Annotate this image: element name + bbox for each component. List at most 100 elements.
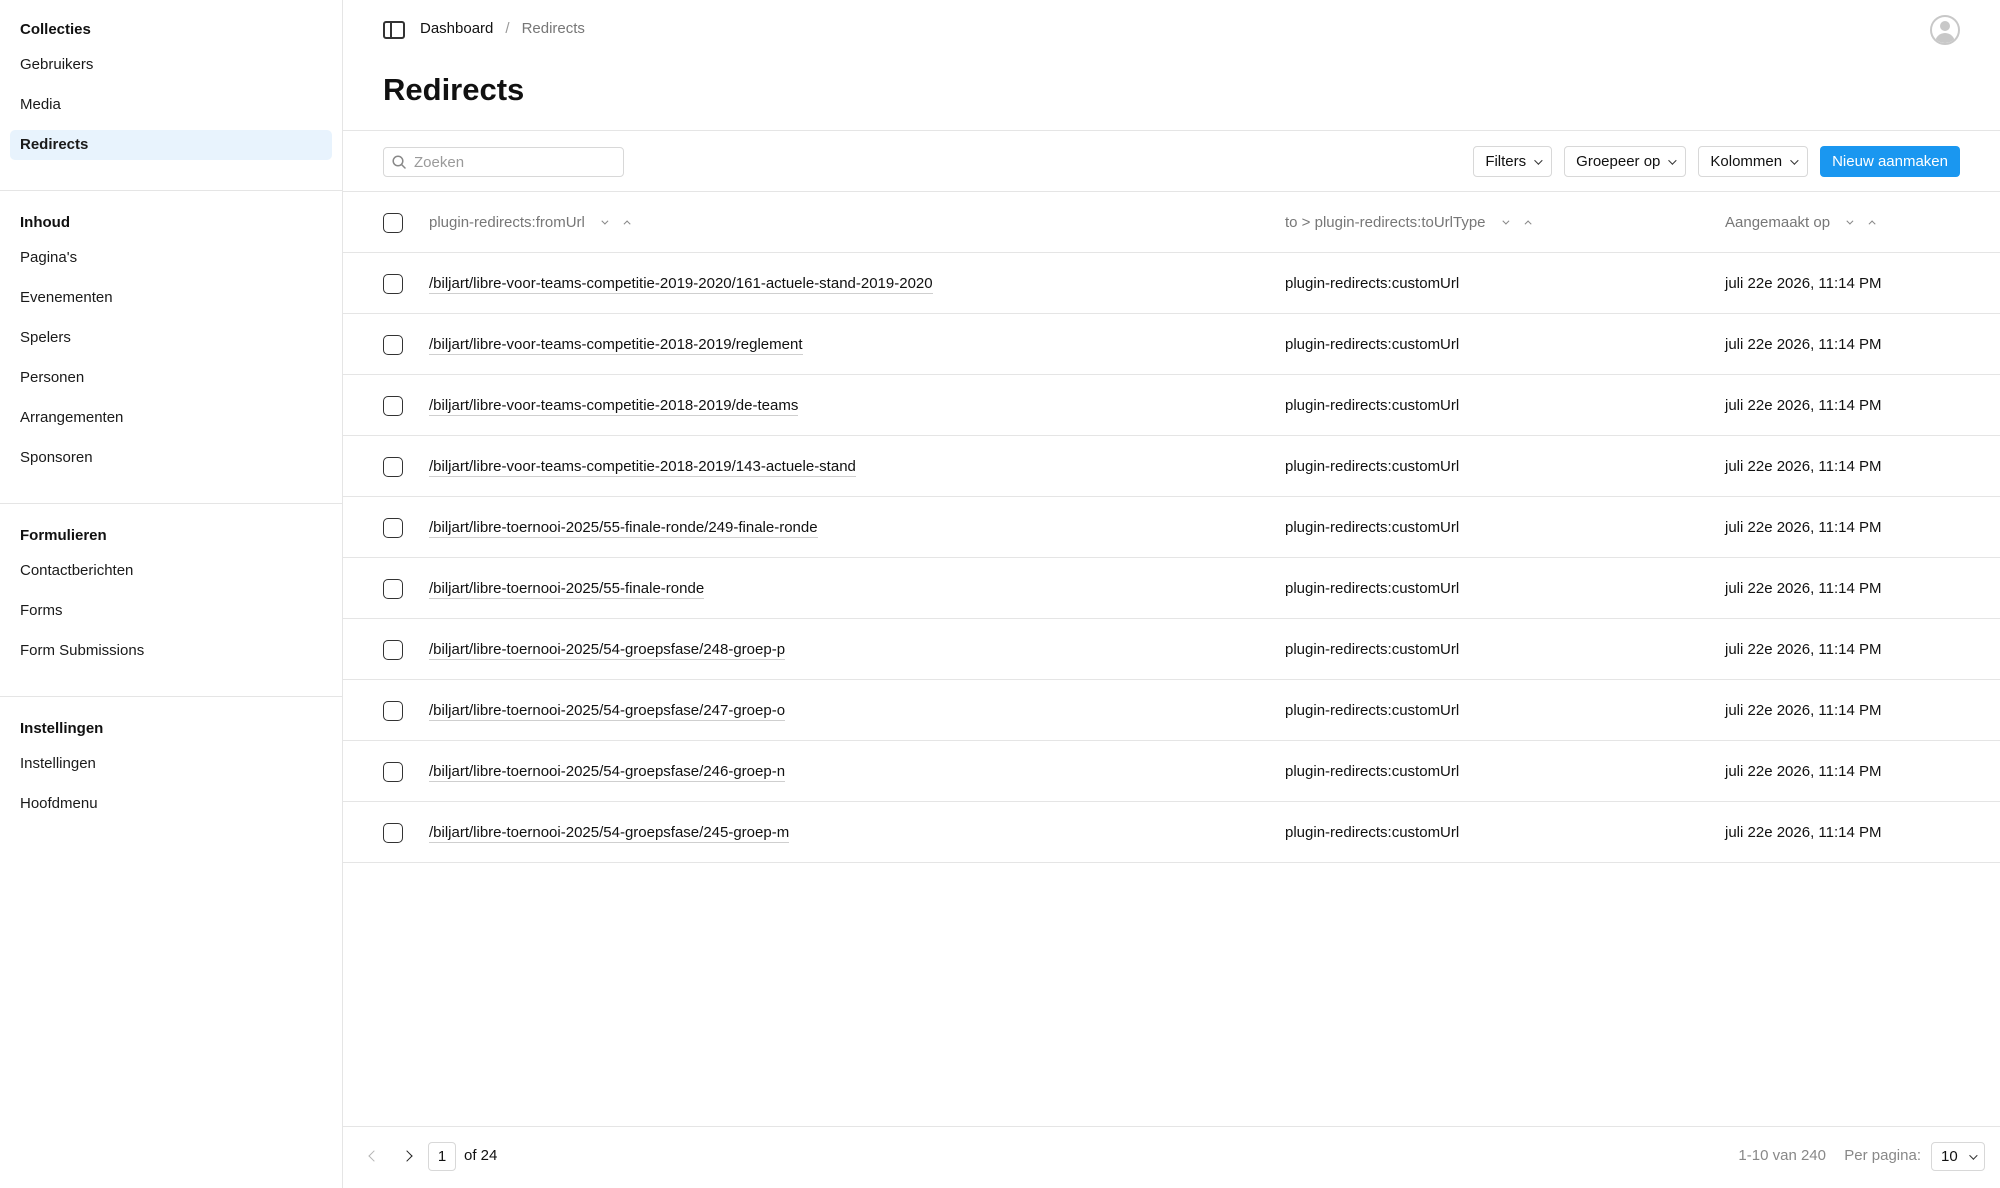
from-url-cell[interactable]: /biljart/libre-toernooi-2025/54-groepsfa… [429,680,786,741]
table-row: /biljart/libre-voor-teams-competitie-201… [343,253,2000,314]
created-at-cell: juli 22e 2026, 11:14 PM [1725,702,1882,719]
from-url-cell[interactable]: /biljart/libre-voor-teams-competitie-201… [429,314,803,375]
row-checkbox[interactable] [383,457,403,477]
row-checkbox[interactable] [383,518,403,538]
from-url-link[interactable]: /biljart/libre-toernooi-2025/54-groepsfa… [429,824,790,843]
search-input[interactable] [414,148,614,176]
sort-desc-icon[interactable] [1501,217,1509,225]
table-row: /biljart/libre-voor-teams-competitie-201… [343,314,2000,375]
from-url-cell[interactable]: /biljart/libre-toernooi-2025/54-groepsfa… [429,619,786,680]
sort-asc-icon[interactable] [623,220,631,228]
sort-asc-icon[interactable] [1868,220,1876,228]
row-checkbox[interactable] [383,823,403,843]
from-url-cell[interactable]: /biljart/libre-toernooi-2025/55-finale-r… [429,497,818,558]
sidebar-item-gebruikers[interactable]: Gebruikers [10,50,332,80]
sidebar-item-sponsoren[interactable]: Sponsoren [10,443,332,473]
group-by-button[interactable]: Groepeer op [1564,146,1687,177]
row-checkbox[interactable] [383,274,403,294]
from-url-link[interactable]: /biljart/libre-voor-teams-competitie-201… [429,275,933,294]
nav-group-title[interactable]: Instellingen [10,709,332,749]
from-url-link[interactable]: /biljart/libre-toernooi-2025/55-finale-r… [429,580,705,599]
select-all-checkbox[interactable] [383,213,403,233]
from-url-link[interactable]: /biljart/libre-voor-teams-competitie-201… [429,397,799,416]
chevron-down-icon [1790,155,1799,165]
from-url-link[interactable]: /biljart/libre-voor-teams-competitie-201… [429,458,856,477]
nav-group: Collecties Gebruikers Media Redirects [0,10,342,191]
row-checkbox[interactable] [383,335,403,355]
current-page-button[interactable]: 1 [428,1142,456,1171]
from-url-link[interactable]: /biljart/libre-toernooi-2025/54-groepsfa… [429,763,786,782]
from-url-cell[interactable]: /biljart/libre-voor-teams-competitie-201… [429,375,799,436]
created-at-cell: juli 22e 2026, 11:14 PM [1725,824,1882,841]
from-url-cell[interactable]: /biljart/libre-toernooi-2025/54-groepsfa… [429,802,790,863]
sidebar-item-spelers[interactable]: Spelers [10,323,332,353]
sidebar-item-pagina-s[interactable]: Pagina's [10,243,332,273]
column-header-label: Aangemaakt op [1725,214,1831,231]
nav-group-title[interactable]: Formulieren [10,516,332,556]
chevron-down-icon [1969,1150,1978,1160]
created-at-cell: juli 22e 2026, 11:14 PM [1725,519,1882,536]
sidebar-item-contactberichten[interactable]: Contactberichten [10,556,332,586]
table-row: /biljart/libre-toernooi-2025/54-groepsfa… [343,680,2000,741]
per-page-select[interactable]: 10 [1931,1142,1985,1171]
sidebar-item-form-submissions[interactable]: Form Submissions [10,636,332,666]
columns-button-label: Kolommen [1710,153,1783,170]
sidebar-item-media[interactable]: Media [10,90,332,120]
columns-button[interactable]: Kolommen [1698,146,1809,177]
list-toolbar: Filters Groepeer op Kolommen Nieuw aanma… [343,130,2000,192]
from-url-cell[interactable]: /biljart/libre-toernooi-2025/55-finale-r… [429,558,705,619]
from-url-link[interactable]: /biljart/libre-toernooi-2025/55-finale-r… [429,519,818,538]
sort-desc-icon[interactable] [1846,217,1854,225]
chevron-right-icon[interactable] [401,1150,413,1162]
sort-asc-icon[interactable] [1524,220,1532,228]
from-url-link[interactable]: /biljart/libre-voor-teams-competitie-201… [429,336,803,355]
nav-group: Formulieren Contactberichten Forms Form Sub… [0,516,342,697]
app: Collecties Gebruikers Media Redirects Inhoud… [0,0,2000,1188]
from-url-link[interactable]: /biljart/libre-toernooi-2025/54-groepsfa… [429,641,786,660]
filters-button[interactable]: Filters [1473,146,1553,177]
table-row: /biljart/libre-toernooi-2025/54-groepsfa… [343,741,2000,802]
page-title: Redirects [383,72,525,107]
breadcrumb-dashboard-link[interactable]: Dashboard [420,20,493,37]
table-row: /biljart/libre-toernooi-2025/54-groepsfa… [343,619,2000,680]
url-type-cell: plugin-redirects:customUrl [1285,519,1460,536]
sidebar-toggle-icon[interactable] [383,21,405,39]
sidebar-item-redirects[interactable]: Redirects [10,130,332,160]
row-checkbox[interactable] [383,701,403,721]
sidebar-item-personen[interactable]: Personen [10,363,332,393]
sidebar-item-evenementen[interactable]: Evenementen [10,283,332,313]
sidebar-item-forms[interactable]: Forms [10,596,332,626]
row-checkbox[interactable] [383,762,403,782]
nav-group-title[interactable]: Collecties [10,10,332,50]
search-box[interactable] [383,147,624,177]
per-page-label: Per pagina: [1844,1147,1921,1164]
table-row: /biljart/libre-voor-teams-competitie-201… [343,436,2000,497]
from-url-cell[interactable]: /biljart/libre-toernooi-2025/54-groepsfa… [429,741,786,802]
from-url-cell[interactable]: /biljart/libre-voor-teams-competitie-201… [429,436,856,497]
nav-group-title[interactable]: Inhoud [10,203,332,243]
sidebar-item-instellingen[interactable]: Instellingen [10,749,332,779]
column-header-from-url: plugin-redirects:fromUrl [429,192,631,253]
avatar-head-icon [1940,21,1950,31]
sidebar-item-arrangementen[interactable]: Arrangementen [10,403,332,433]
topbar: Dashboard / Redirects [343,0,2000,60]
table-header-row: plugin-redirects:fromUrl to > plugin-red… [343,192,2000,253]
from-url-cell[interactable]: /biljart/libre-voor-teams-competitie-201… [429,253,933,314]
sidebar-item-hoofdmenu[interactable]: Hoofdmenu [10,789,332,819]
chevron-left-icon[interactable] [368,1150,380,1162]
create-new-button[interactable]: Nieuw aanmaken [1820,146,1960,177]
nav-group: Inhoud Pagina's Evenementen Spelers Personen… [0,203,342,504]
chevron-down-icon [1534,155,1543,165]
row-checkbox[interactable] [383,579,403,599]
url-type-cell: plugin-redirects:customUrl [1285,641,1460,658]
created-at-cell: juli 22e 2026, 11:14 PM [1725,336,1882,353]
avatar[interactable] [1930,15,1960,45]
url-type-cell: plugin-redirects:customUrl [1285,763,1460,780]
sort-desc-icon[interactable] [601,217,609,225]
row-checkbox[interactable] [383,640,403,660]
table-row: /biljart/libre-toernooi-2025/55-finale-r… [343,558,2000,619]
from-url-link[interactable]: /biljart/libre-toernooi-2025/54-groepsfa… [429,702,786,721]
breadcrumb-separator: / [505,20,510,37]
breadcrumb-current: Redirects [521,20,585,37]
row-checkbox[interactable] [383,396,403,416]
